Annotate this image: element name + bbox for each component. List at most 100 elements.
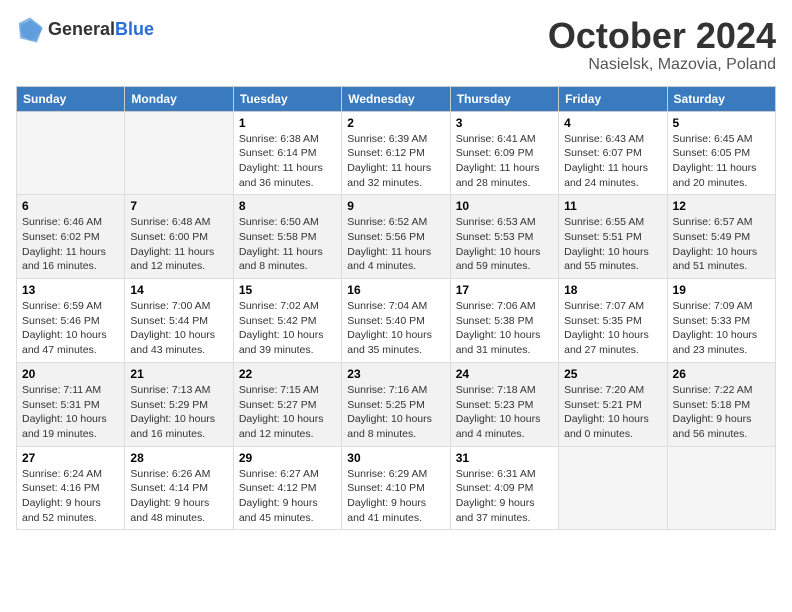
calendar-cell: 25Sunrise: 7:20 AMSunset: 5:21 PMDayligh… (559, 362, 667, 446)
day-number: 28 (130, 451, 227, 465)
day-header-wednesday: Wednesday (342, 86, 450, 111)
day-info: Sunrise: 6:50 AMSunset: 5:58 PMDaylight:… (239, 215, 336, 274)
day-number: 29 (239, 451, 336, 465)
day-info: Sunrise: 7:09 AMSunset: 5:33 PMDaylight:… (673, 299, 770, 358)
day-info: Sunrise: 6:27 AMSunset: 4:12 PMDaylight:… (239, 467, 336, 526)
logo-icon (16, 16, 44, 44)
calendar-cell: 28 Sunrise: 6:26 AMSunset: 4:14 PMDayligh… (125, 446, 233, 530)
calendar-cell: 17 Sunrise: 7:06 AMSunset: 5:38 PMDayligh… (450, 279, 558, 363)
calendar-cell: 27 Sunrise: 6:24 AMSunset: 4:16 PMDayligh… (17, 446, 125, 530)
calendar-cell: 31 Sunrise: 6:31 AMSunset: 4:09 PMDayligh… (450, 446, 558, 530)
calendar-cell: 29 Sunrise: 6:27 AMSunset: 4:12 PMDayligh… (233, 446, 341, 530)
day-info: Sunrise: 6:38 AMSunset: 6:14 PMDaylight:… (239, 132, 336, 191)
day-info: Sunrise: 7:20 AMSunset: 5:21 PMDaylight:… (564, 383, 661, 442)
day-info: Sunrise: 6:31 AMSunset: 4:09 PMDaylight:… (456, 467, 553, 526)
calendar-cell: 22Sunrise: 7:15 AMSunset: 5:27 PMDayligh… (233, 362, 341, 446)
day-number: 24 (456, 367, 553, 381)
calendar-cell (125, 111, 233, 195)
calendar-cell (667, 446, 775, 530)
day-info: Sunrise: 7:13 AMSunset: 5:29 PMDaylight:… (130, 383, 227, 442)
day-number: 31 (456, 451, 553, 465)
day-info: Sunrise: 6:43 AMSunset: 6:07 PMDaylight:… (564, 132, 661, 191)
calendar-cell: 18 Sunrise: 7:07 AMSunset: 5:35 PMDayligh… (559, 279, 667, 363)
calendar-cell (17, 111, 125, 195)
calendar-week-row: 20 Sunrise: 7:11 AMSunset: 5:31 PMDayligh… (17, 362, 776, 446)
day-info: Sunrise: 6:52 AMSunset: 5:56 PMDaylight:… (347, 215, 444, 274)
day-header-thursday: Thursday (450, 86, 558, 111)
day-info: Sunrise: 7:02 AMSunset: 5:42 PMDaylight:… (239, 299, 336, 358)
calendar-cell: 12 Sunrise: 6:57 AMSunset: 5:49 PMDayligh… (667, 195, 775, 279)
day-number: 9 (347, 199, 444, 213)
calendar-cell: 24 Sunrise: 7:18 AMSunset: 5:23 PMDayligh… (450, 362, 558, 446)
day-number: 6 (22, 199, 119, 213)
day-number: 7 (130, 199, 227, 213)
calendar-header-row: SundayMondayTuesdayWednesdayThursdayFrid… (17, 86, 776, 111)
day-info: Sunrise: 6:24 AMSunset: 4:16 PMDaylight:… (22, 467, 119, 526)
calendar-cell: 9 Sunrise: 6:52 AMSunset: 5:56 PMDaylight… (342, 195, 450, 279)
day-number: 15 (239, 283, 336, 297)
day-number: 13 (22, 283, 119, 297)
day-number: 21 (130, 367, 227, 381)
day-header-monday: Monday (125, 86, 233, 111)
calendar-table: SundayMondayTuesdayWednesdayThursdayFrid… (16, 86, 776, 531)
day-number: 23 (347, 367, 444, 381)
calendar-week-row: 6 Sunrise: 6:46 AMSunset: 6:02 PMDaylight… (17, 195, 776, 279)
calendar-cell: 7 Sunrise: 6:48 AMSunset: 6:00 PMDaylight… (125, 195, 233, 279)
day-info: Sunrise: 7:22 AMSunset: 5:18 PMDaylight:… (673, 383, 770, 442)
logo-general: General (48, 20, 115, 40)
calendar-cell: 1 Sunrise: 6:38 AMSunset: 6:14 PMDaylight… (233, 111, 341, 195)
day-info: Sunrise: 6:39 AMSunset: 6:12 PMDaylight:… (347, 132, 444, 191)
calendar-cell: 21 Sunrise: 7:13 AMSunset: 5:29 PMDayligh… (125, 362, 233, 446)
calendar-cell: 10Sunrise: 6:53 AMSunset: 5:53 PMDayligh… (450, 195, 558, 279)
day-number: 27 (22, 451, 119, 465)
calendar-cell: 6 Sunrise: 6:46 AMSunset: 6:02 PMDaylight… (17, 195, 125, 279)
calendar-week-row: 27 Sunrise: 6:24 AMSunset: 4:16 PMDayligh… (17, 446, 776, 530)
day-number: 14 (130, 283, 227, 297)
day-number: 20 (22, 367, 119, 381)
day-info: Sunrise: 7:06 AMSunset: 5:38 PMDaylight:… (456, 299, 553, 358)
day-number: 18 (564, 283, 661, 297)
calendar-cell: 23 Sunrise: 7:16 AMSunset: 5:25 PMDayligh… (342, 362, 450, 446)
calendar-cell: 2 Sunrise: 6:39 AMSunset: 6:12 PMDaylight… (342, 111, 450, 195)
calendar-cell: 11Sunrise: 6:55 AMSunset: 5:51 PMDayligh… (559, 195, 667, 279)
calendar-week-row: 1 Sunrise: 6:38 AMSunset: 6:14 PMDaylight… (17, 111, 776, 195)
calendar-cell: 19 Sunrise: 7:09 AMSunset: 5:33 PMDayligh… (667, 279, 775, 363)
day-number: 2 (347, 116, 444, 130)
calendar-cell: 13 Sunrise: 6:59 AMSunset: 5:46 PMDayligh… (17, 279, 125, 363)
calendar-cell: 4Sunrise: 6:43 AMSunset: 6:07 PMDaylight… (559, 111, 667, 195)
day-info: Sunrise: 6:48 AMSunset: 6:00 PMDaylight:… (130, 215, 227, 274)
day-info: Sunrise: 6:59 AMSunset: 5:46 PMDaylight:… (22, 299, 119, 358)
title-block: October 2024 Nasielsk, Mazovia, Poland (548, 16, 776, 74)
calendar-cell: 5 Sunrise: 6:45 AMSunset: 6:05 PMDaylight… (667, 111, 775, 195)
day-number: 16 (347, 283, 444, 297)
day-number: 8 (239, 199, 336, 213)
day-info: Sunrise: 7:07 AMSunset: 5:35 PMDaylight:… (564, 299, 661, 358)
day-number: 5 (673, 116, 770, 130)
day-info: Sunrise: 6:26 AMSunset: 4:14 PMDaylight:… (130, 467, 227, 526)
day-info: Sunrise: 7:18 AMSunset: 5:23 PMDaylight:… (456, 383, 553, 442)
day-info: Sunrise: 6:45 AMSunset: 6:05 PMDaylight:… (673, 132, 770, 191)
day-number: 19 (673, 283, 770, 297)
calendar-cell: 3Sunrise: 6:41 AMSunset: 6:09 PMDaylight… (450, 111, 558, 195)
day-header-friday: Friday (559, 86, 667, 111)
day-info: Sunrise: 7:15 AMSunset: 5:27 PMDaylight:… (239, 383, 336, 442)
day-header-saturday: Saturday (667, 86, 775, 111)
day-header-sunday: Sunday (17, 86, 125, 111)
day-info: Sunrise: 7:16 AMSunset: 5:25 PMDaylight:… (347, 383, 444, 442)
day-number: 1 (239, 116, 336, 130)
logo-blue: Blue (115, 20, 154, 40)
day-number: 12 (673, 199, 770, 213)
day-number: 17 (456, 283, 553, 297)
day-info: Sunrise: 6:41 AMSunset: 6:09 PMDaylight:… (456, 132, 553, 191)
page-subtitle: Nasielsk, Mazovia, Poland (548, 56, 776, 74)
day-info: Sunrise: 6:55 AMSunset: 5:51 PMDaylight:… (564, 215, 661, 274)
calendar-cell: 15 Sunrise: 7:02 AMSunset: 5:42 PMDayligh… (233, 279, 341, 363)
calendar-cell: 26Sunrise: 7:22 AMSunset: 5:18 PMDayligh… (667, 362, 775, 446)
day-info: Sunrise: 6:57 AMSunset: 5:49 PMDaylight:… (673, 215, 770, 274)
logo: General Blue (16, 16, 154, 44)
day-number: 10 (456, 199, 553, 213)
day-info: Sunrise: 7:11 AMSunset: 5:31 PMDaylight:… (22, 383, 119, 442)
page-title: October 2024 (548, 16, 776, 56)
day-info: Sunrise: 6:46 AMSunset: 6:02 PMDaylight:… (22, 215, 119, 274)
day-header-tuesday: Tuesday (233, 86, 341, 111)
